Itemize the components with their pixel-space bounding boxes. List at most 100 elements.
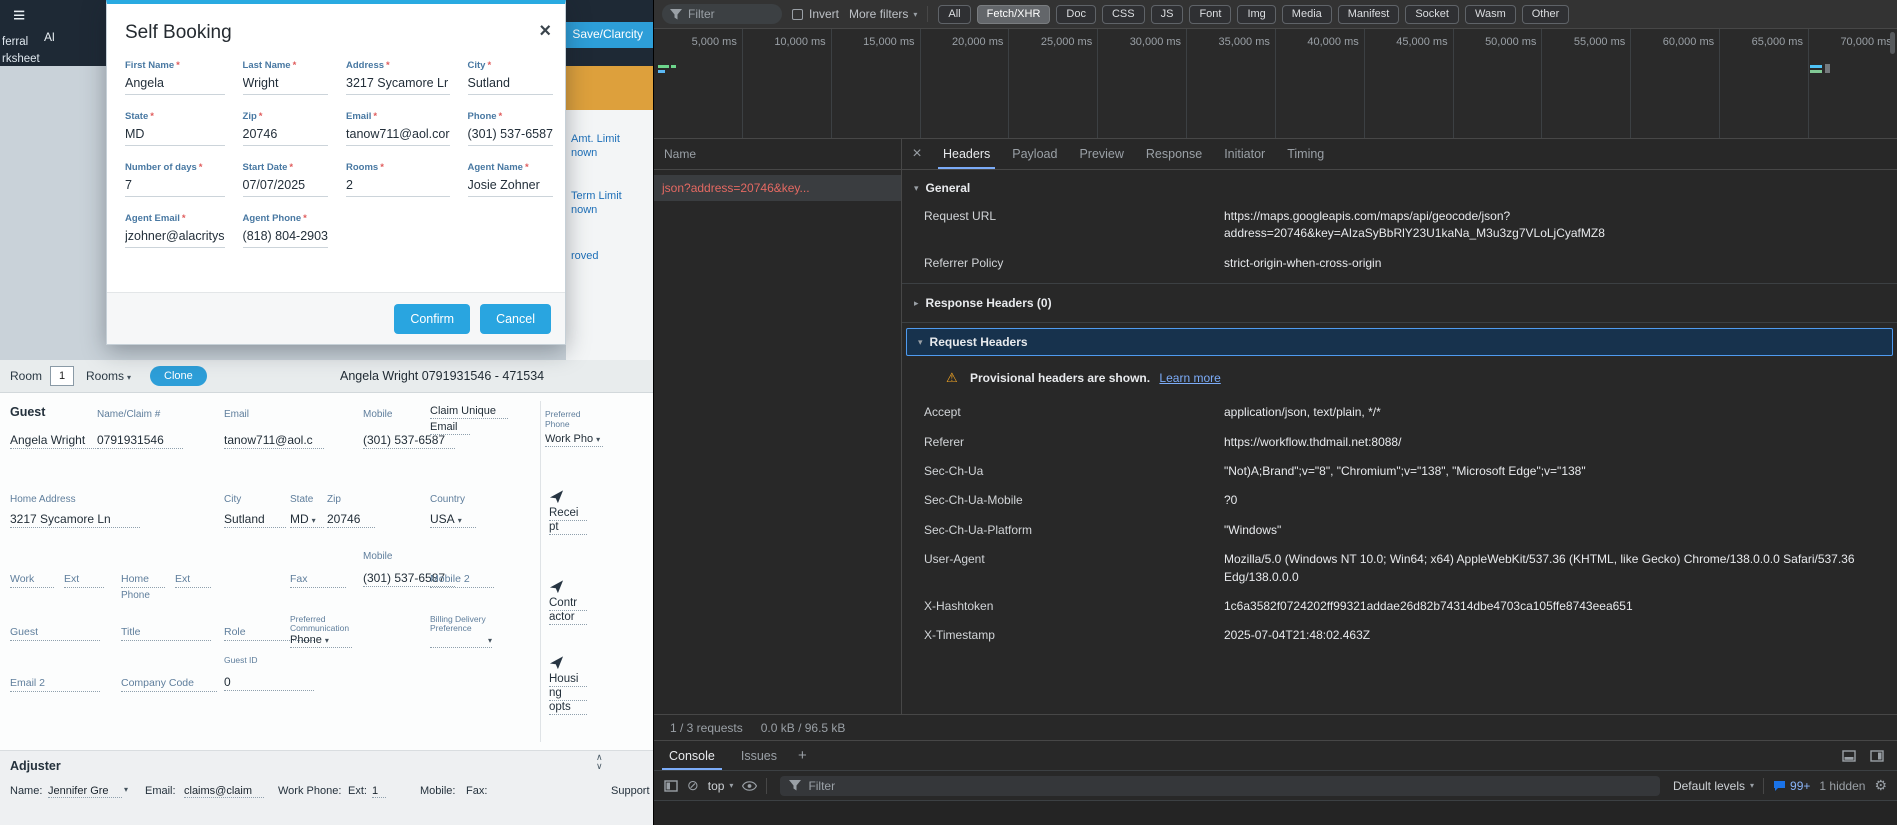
- modal-field-value[interactable]: Josie Zohner: [468, 178, 553, 197]
- home-address-value[interactable]: 3217 Sycamore Ln: [10, 512, 140, 528]
- scrollbar-thumb[interactable]: [1890, 32, 1895, 54]
- email-value[interactable]: tanow711@aol.c: [224, 433, 324, 449]
- network-filter-chip[interactable]: Socket: [1405, 5, 1459, 24]
- network-filter-chip[interactable]: All: [938, 5, 970, 24]
- work-ext-field[interactable]: Ext: [64, 573, 104, 588]
- modal-field-value[interactable]: (818) 804-2903: [243, 229, 328, 248]
- company-code-field[interactable]: Company Code: [121, 677, 217, 692]
- learn-more-link[interactable]: Learn more: [1159, 371, 1220, 385]
- title-field[interactable]: Title: [121, 626, 211, 641]
- close-icon[interactable]: ×: [539, 22, 551, 40]
- close-details-icon[interactable]: ×: [902, 139, 932, 169]
- preferred-comm-dropdown[interactable]: Phone▾: [290, 634, 352, 648]
- network-filter-chip[interactable]: CSS: [1102, 5, 1145, 24]
- country-dropdown[interactable]: USA▾: [430, 512, 476, 528]
- modal-field-value[interactable]: tanow711@aol.cor: [346, 127, 450, 146]
- add-drawer-tab-icon[interactable]: +: [790, 741, 815, 770]
- log-levels-dropdown[interactable]: Default levels ▾: [1673, 779, 1754, 793]
- mobile-value[interactable]: (301) 537-6587: [363, 433, 455, 449]
- modal-field-value[interactable]: 7: [125, 178, 225, 197]
- work-phone-field[interactable]: Work: [10, 573, 54, 588]
- home-phone-field[interactable]: Home: [121, 573, 165, 588]
- console-filter-input[interactable]: Filter: [780, 776, 1660, 796]
- preferred-phone-dropdown[interactable]: Work Pho▾: [545, 433, 603, 447]
- mobile2-field[interactable]: Mobile 2: [430, 573, 494, 588]
- request-headers-section-header[interactable]: ▾ Request Headers: [906, 328, 1893, 356]
- hidden-messages-label[interactable]: 1 hidden: [1819, 779, 1865, 793]
- dock-side-icon[interactable]: [1863, 741, 1891, 770]
- clear-console-icon[interactable]: ⊘: [687, 777, 699, 794]
- network-filter-chip[interactable]: Fetch/XHR: [977, 5, 1051, 24]
- confirm-button[interactable]: Confirm: [394, 304, 470, 334]
- network-filter-chip[interactable]: Other: [1522, 5, 1570, 24]
- messages-count-badge[interactable]: 99+: [1773, 779, 1810, 793]
- room-number-input[interactable]: 1: [50, 366, 74, 386]
- details-tab[interactable]: Initiator: [1213, 139, 1276, 169]
- details-tab[interactable]: Preview: [1068, 139, 1134, 169]
- billing-delivery-dropdown[interactable]: ▾: [430, 634, 492, 648]
- fax-field[interactable]: Fax: [290, 573, 346, 588]
- email2-field[interactable]: Email 2: [10, 677, 100, 692]
- more-filters-button[interactable]: More filters ▾: [849, 7, 917, 21]
- details-tab[interactable]: Headers: [932, 139, 1001, 169]
- cancel-button[interactable]: Cancel: [480, 304, 551, 334]
- response-headers-section-header[interactable]: ▸ Response Headers (0): [902, 289, 1897, 317]
- modal-field-value[interactable]: 3217 Sycamore Lr: [346, 76, 450, 95]
- modal-field-value[interactable]: Angela: [125, 76, 225, 95]
- network-timeline-overview[interactable]: 5,000 ms10,000 ms15,000 ms20,000 ms25,00…: [654, 29, 1897, 139]
- console-settings-icon[interactable]: ⚙: [1874, 777, 1887, 794]
- console-messages-area[interactable]: [654, 801, 1897, 825]
- network-filter-chip[interactable]: Media: [1282, 5, 1332, 24]
- network-filter-input[interactable]: Filter: [662, 4, 782, 24]
- eye-icon[interactable]: [742, 781, 757, 791]
- network-filter-chip[interactable]: JS: [1151, 5, 1184, 24]
- expand-drawer-icon[interactable]: [1835, 741, 1863, 770]
- menu-icon[interactable]: ≡: [13, 4, 25, 28]
- save-clarcity-button[interactable]: Save/Clarcity: [560, 22, 653, 48]
- city-value[interactable]: Sutland: [224, 512, 286, 528]
- adjuster-name-value[interactable]: Jennifer Gre: [48, 785, 122, 798]
- modal-field-value[interactable]: 20746: [243, 127, 328, 146]
- modal-field-value[interactable]: Wright: [243, 76, 328, 95]
- claim-number-value[interactable]: 0791931546: [97, 433, 183, 449]
- guest-id-value[interactable]: 0: [224, 675, 314, 691]
- housing-opts-button[interactable]: Housi ng opts: [549, 655, 597, 715]
- request-row[interactable]: json?address=20746&key...: [654, 175, 901, 201]
- network-filter-chip[interactable]: Wasm: [1465, 5, 1516, 24]
- network-filter-chip[interactable]: Manifest: [1338, 5, 1400, 24]
- nav-menu-item[interactable]: ferral: [2, 36, 40, 48]
- invert-checkbox[interactable]: Invert: [792, 7, 839, 21]
- name-column-header[interactable]: Name: [654, 139, 901, 170]
- guest-name-value[interactable]: Angela Wright: [10, 433, 96, 449]
- modal-field-value[interactable]: MD: [125, 127, 225, 146]
- details-tab[interactable]: Timing: [1276, 139, 1335, 169]
- modal-field-value[interactable]: Sutland: [468, 76, 553, 95]
- details-tab[interactable]: Payload: [1001, 139, 1068, 169]
- home-ext-field[interactable]: Ext: [175, 573, 211, 588]
- details-tab[interactable]: Response: [1135, 139, 1213, 169]
- modal-field-value[interactable]: jzohner@alacritys: [125, 229, 225, 248]
- console-tab[interactable]: Issues: [728, 741, 790, 770]
- network-filter-chip[interactable]: Img: [1237, 5, 1275, 24]
- network-filter-chip[interactable]: Doc: [1056, 5, 1096, 24]
- general-section-header[interactable]: ▾ General: [902, 174, 1897, 202]
- state-dropdown[interactable]: MD▾: [290, 512, 324, 528]
- modal-field-value[interactable]: 07/07/2025: [243, 178, 328, 197]
- nav-menu-item[interactable]: rksheet: [2, 53, 40, 65]
- console-sidebar-icon[interactable]: [664, 780, 678, 792]
- adjuster-email-value[interactable]: claims@claim: [184, 785, 264, 798]
- zip-value[interactable]: 20746: [327, 512, 375, 528]
- context-selector[interactable]: top ▾: [708, 779, 734, 793]
- console-tab[interactable]: Console: [656, 741, 728, 770]
- guest-field[interactable]: Guest: [10, 626, 100, 641]
- collapse-expand-control[interactable]: ∧ ∨: [596, 753, 603, 771]
- adjuster-ext-value[interactable]: 1: [372, 785, 386, 798]
- receipt-button[interactable]: Recei pt: [549, 489, 597, 535]
- rooms-dropdown[interactable]: Rooms▾: [86, 369, 131, 383]
- modal-field-value[interactable]: 2: [346, 178, 450, 197]
- network-filter-chip[interactable]: Font: [1189, 5, 1231, 24]
- claim-unique-email-link[interactable]: Claim Unique: [430, 405, 508, 419]
- clone-button[interactable]: Clone: [150, 366, 207, 386]
- contractor-button[interactable]: Contr actor: [549, 579, 597, 625]
- modal-field-value[interactable]: (301) 537-6587: [468, 127, 553, 146]
